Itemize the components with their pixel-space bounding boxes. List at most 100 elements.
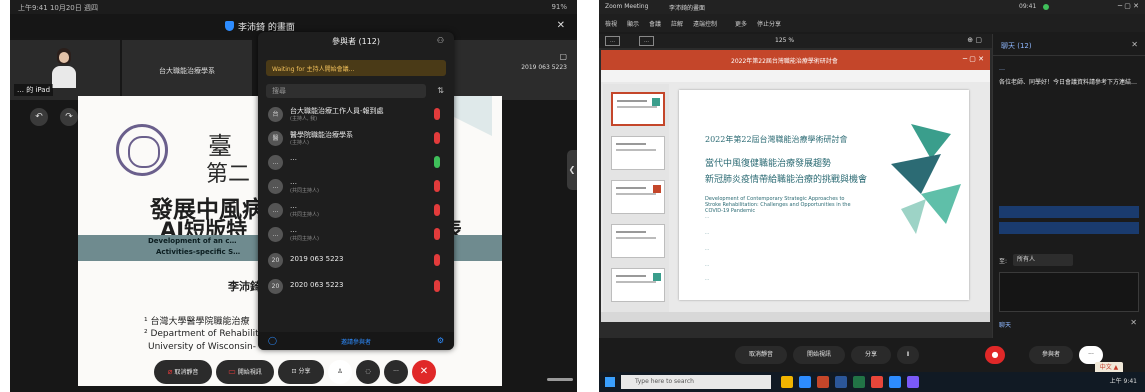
add-person-icon[interactable]: ⚇ xyxy=(437,36,444,45)
ribbon-toolbar[interactable] xyxy=(601,70,990,82)
mic-muted-icon[interactable] xyxy=(434,132,440,144)
view-tab[interactable]: … xyxy=(605,36,620,46)
participant-search-input[interactable]: 搜尋 xyxy=(266,84,426,98)
participants-button[interactable]: 參與者 xyxy=(1029,346,1073,364)
start-video-button[interactable]: ▭ 開始視訊 xyxy=(216,360,274,384)
slide-thumbnail[interactable] xyxy=(611,136,665,170)
window-controls-icon[interactable]: ─ ▢ ✕ xyxy=(1118,2,1139,10)
close-icon[interactable]: ✕ xyxy=(557,20,565,31)
powerpoint-ribbon: 2022年第22屆台灣職能治療學術研討會 ─ ▢ ✕ xyxy=(601,50,990,70)
slide-thumbnail[interactable] xyxy=(611,180,665,214)
participant-row[interactable]: 20 2019 063 5223 xyxy=(258,250,454,272)
mic-muted-icon[interactable] xyxy=(434,180,440,192)
secondary-chat-title[interactable]: 聊天 xyxy=(999,320,1011,329)
chat-recipient-select[interactable]: 所有人 xyxy=(1013,254,1073,266)
participants-header: 參與者 (112) ⚇ xyxy=(258,32,454,52)
menu-item[interactable]: 註解 xyxy=(671,19,683,28)
invite-button[interactable]: 邀請參與者 xyxy=(258,337,454,346)
chat-button[interactable]: ◌ xyxy=(356,360,380,384)
participants-button[interactable]: ♙ xyxy=(328,360,352,384)
edge-icon[interactable] xyxy=(799,376,811,388)
participants-icon: ♙ xyxy=(337,368,343,375)
participant-row[interactable]: … … (共同主持人) xyxy=(258,224,454,246)
mic-on-icon[interactable] xyxy=(434,156,440,168)
tablet-status-bar: 上午9:41 10月20日 週四 91% xyxy=(10,0,577,14)
share-button[interactable]: ⊡ 分享 xyxy=(278,360,324,384)
slide-thumbnail[interactable] xyxy=(611,92,665,126)
slide-thumbnail[interactable] xyxy=(611,224,665,258)
menu-item[interactable]: 會議 xyxy=(649,19,661,28)
menu-item[interactable]: 更多 xyxy=(735,19,747,28)
participant-row[interactable]: 台 台大職能治療工作人員-報到處 (主持人, 我) xyxy=(258,104,454,126)
taskbar-clock[interactable]: 上午 9:41 xyxy=(1110,376,1137,385)
participant-row[interactable]: 20 2020 063 5223 xyxy=(258,276,454,298)
mic-muted-icon[interactable] xyxy=(434,108,440,120)
share-button[interactable]: 分享 xyxy=(851,346,891,364)
start-video-label: 開始視訊 xyxy=(237,369,262,376)
close-icon[interactable]: ✕ xyxy=(1130,318,1137,327)
side-panel-handle[interactable]: ❮ xyxy=(567,150,577,190)
word-icon[interactable] xyxy=(835,376,847,388)
battery-status: 91% xyxy=(551,3,567,11)
shield-icon[interactable] xyxy=(225,21,234,31)
chat-link[interactable] xyxy=(999,222,1139,234)
unmute-button[interactable]: 取消靜音 xyxy=(735,346,787,364)
menu-item[interactable]: 停止分享 xyxy=(757,19,781,28)
more-button[interactable]: ··· xyxy=(384,360,408,384)
file-explorer-icon[interactable] xyxy=(781,376,793,388)
video-tile[interactable]: … 的 iPad xyxy=(10,40,120,100)
chat-panel: 聊天 (12) ✕ … 各位老師、同學好！今日會議資料請參考下方連結… 至: 所… xyxy=(992,34,1145,338)
close-icon[interactable]: ✕ xyxy=(1131,40,1138,49)
video-tile[interactable]: 台大職能治療學系 xyxy=(122,40,252,100)
pause-share-button[interactable]: Ⅱ xyxy=(897,346,919,364)
slide-geometric-decoration-icon xyxy=(891,124,961,234)
avatar: 醫 xyxy=(268,131,283,146)
status-dot-icon xyxy=(1043,4,1049,10)
zoom-icon[interactable] xyxy=(889,376,901,388)
stop-share-icon[interactable]: ▢ xyxy=(559,52,567,61)
chat-message-input[interactable] xyxy=(999,272,1139,312)
window-controls-icon[interactable]: ─ ▢ ✕ xyxy=(963,55,984,63)
chrome-icon[interactable] xyxy=(871,376,883,388)
avatar: … xyxy=(268,155,283,170)
participant-row[interactable]: … … xyxy=(258,152,454,174)
mic-muted-icon[interactable] xyxy=(434,254,440,266)
mic-muted-icon[interactable] xyxy=(434,280,440,292)
more-icon: ··· xyxy=(393,368,399,375)
chat-recipient-label: 至: xyxy=(999,258,1008,265)
video-tile-name: … 的 iPad xyxy=(14,84,54,96)
view-options-icon[interactable]: ⊕ ▢ xyxy=(967,36,982,44)
redo-icon[interactable]: ↷ xyxy=(60,108,78,126)
waiting-notice[interactable]: Waiting for 主持人開始會議… xyxy=(266,60,446,76)
mic-muted-icon[interactable] xyxy=(434,228,440,240)
end-meeting-button[interactable]: ✕ xyxy=(412,360,436,384)
menu-item[interactable]: 遠端控制 xyxy=(693,19,717,28)
powerpoint-icon[interactable] xyxy=(817,376,829,388)
chat-title[interactable]: 聊天 (12) xyxy=(1001,41,1032,51)
record-button[interactable]: ● xyxy=(985,346,1005,364)
undo-icon[interactable]: ↶ xyxy=(30,108,48,126)
participant-video xyxy=(50,48,78,88)
participant-row[interactable]: … … (共同主持人) xyxy=(258,176,454,198)
excel-icon[interactable] xyxy=(853,376,865,388)
view-tab[interactable]: … xyxy=(639,36,654,46)
participant-row[interactable]: … … (共同主持人) xyxy=(258,200,454,222)
share-label: 分享 xyxy=(298,368,311,375)
settings-icon[interactable]: ⚙ xyxy=(437,336,444,345)
slide-author-line: … xyxy=(705,246,709,251)
sort-icon[interactable]: ⇅ xyxy=(437,86,444,95)
video-tile[interactable]: ▢ 2019 063 5223 xyxy=(454,40,577,100)
participant-row[interactable]: 醫 醫學院職能治療學系 (主持人) xyxy=(258,128,454,150)
unmute-button[interactable]: ⌀ 取消靜音 xyxy=(154,360,212,384)
menu-item[interactable]: 顯示 xyxy=(627,19,639,28)
taskbar-search-input[interactable]: Type here to search xyxy=(621,375,771,389)
menu-item[interactable]: 檢視 xyxy=(605,19,617,28)
chat-link[interactable] xyxy=(999,206,1139,218)
slide-thumbnail[interactable] xyxy=(611,268,665,302)
avatar: 20 xyxy=(268,253,283,268)
zoom-level[interactable]: 125 % xyxy=(775,37,794,44)
start-video-button[interactable]: 開始視訊 xyxy=(793,346,845,364)
teams-icon[interactable] xyxy=(907,376,919,388)
mic-muted-icon[interactable] xyxy=(434,204,440,216)
windows-start-icon[interactable] xyxy=(605,377,615,387)
